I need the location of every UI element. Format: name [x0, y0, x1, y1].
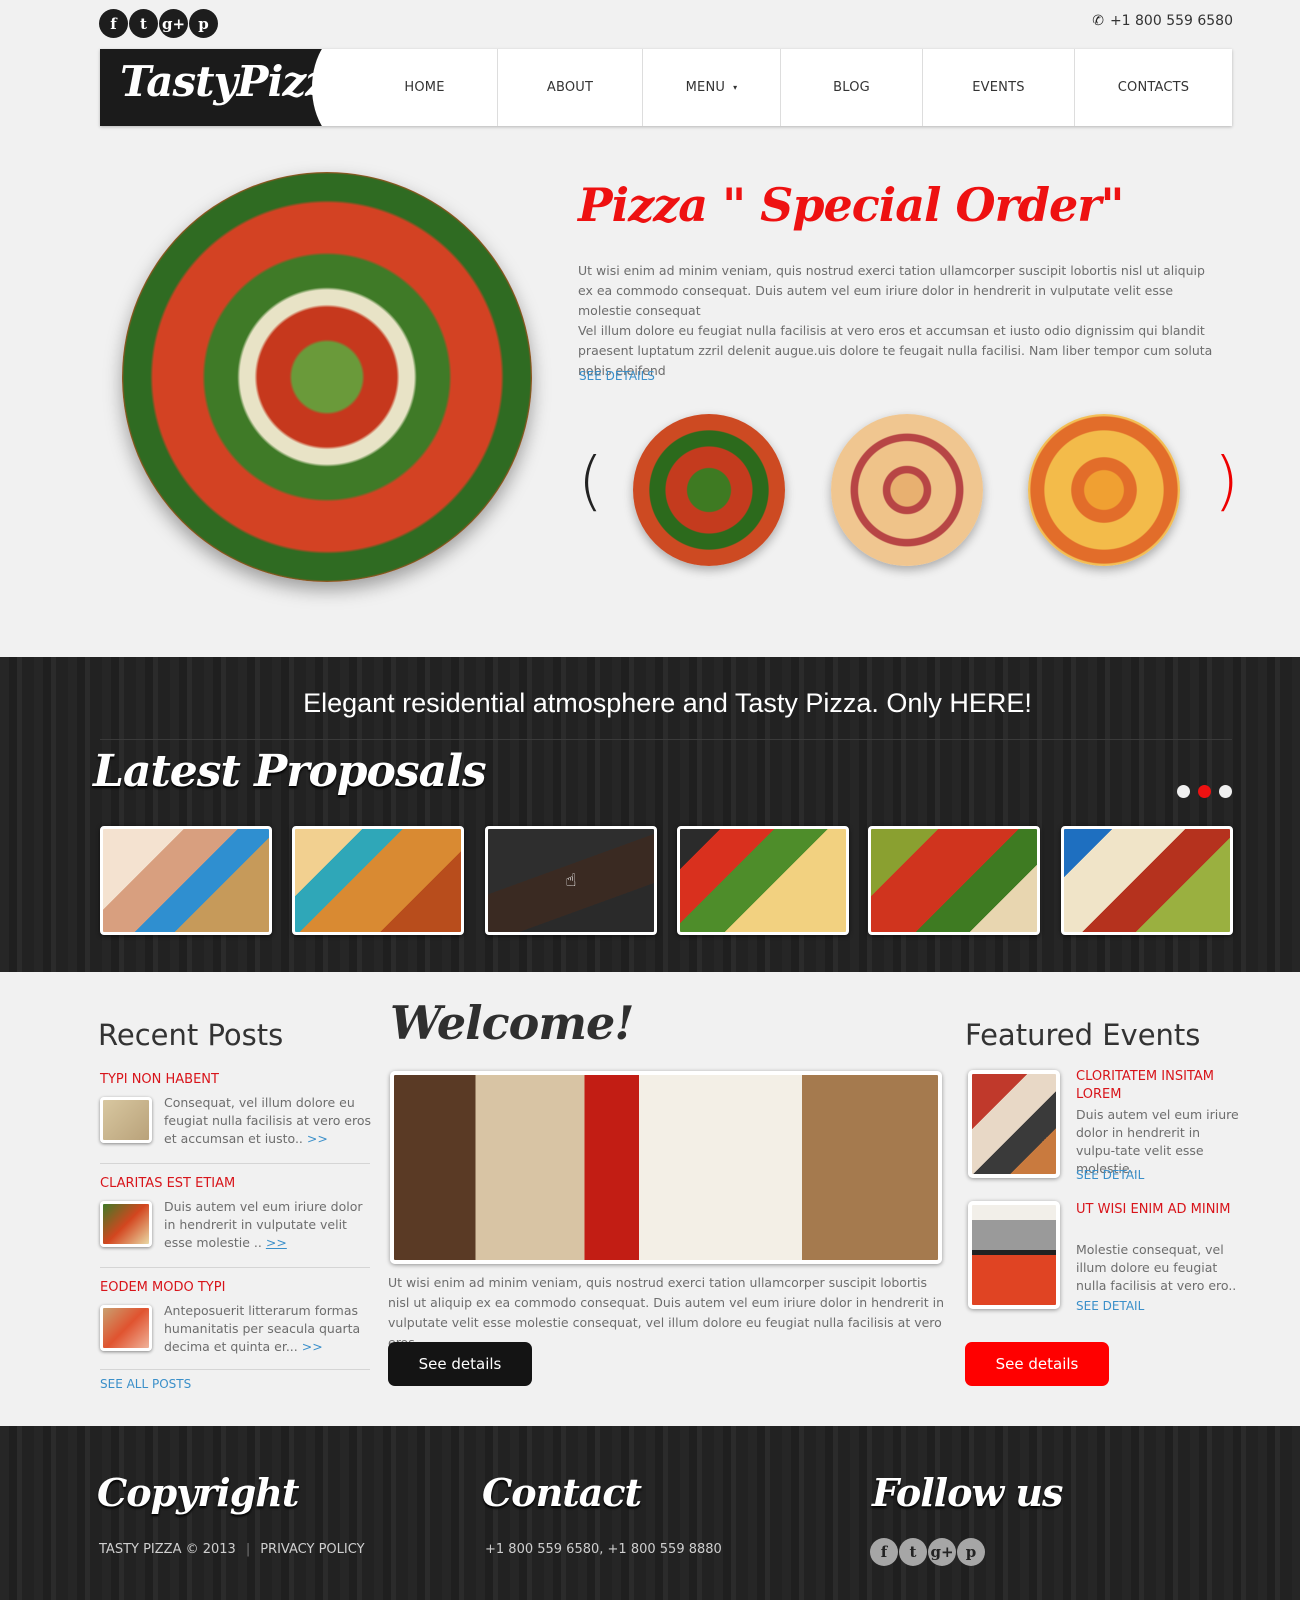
google-plus-icon[interactable]: g+: [159, 9, 188, 38]
nav-home[interactable]: HOME: [352, 49, 498, 126]
proposal-thumb-6[interactable]: [1061, 826, 1233, 935]
proposal-thumb-3[interactable]: ☝: [485, 826, 657, 935]
post-excerpt: Consequat, vel illum dolore eu feugiat n…: [164, 1095, 372, 1146]
facebook-icon[interactable]: f: [99, 9, 128, 38]
event-text-2: Molestie consequat, vel illum dolore eu …: [1076, 1242, 1237, 1293]
site-header: TastyPizza HOME ABOUT MENU ▾ BLOG EVENTS…: [100, 49, 1232, 126]
footer-contact-phones: +1 800 559 6580, +1 800 559 8880: [485, 1542, 722, 1557]
privacy-policy-link[interactable]: PRIVACY POLICY: [260, 1542, 364, 1557]
post-title-2[interactable]: CLARITAS EST ETIAM: [100, 1176, 235, 1191]
read-more-link[interactable]: >>: [302, 1339, 323, 1354]
post-text-2: Duis autem vel eum iriure dolor in hendr…: [164, 1198, 374, 1252]
pinterest-icon[interactable]: p: [189, 9, 218, 38]
post-divider: [100, 1163, 370, 1164]
band-divider: [100, 739, 1232, 740]
hero-pizza-image: [122, 172, 532, 582]
see-all-posts-link[interactable]: SEE ALL POSTS: [100, 1377, 191, 1391]
post-divider: [100, 1267, 370, 1268]
hand-cursor-icon: ☝: [565, 870, 577, 891]
carousel-pizza-2[interactable]: [831, 414, 983, 566]
footer-follow-heading: Follow us: [872, 1470, 1063, 1515]
logo[interactable]: TastyPizza: [100, 49, 352, 126]
hero-paragraph-2: Vel illum dolore eu feugiat nulla facili…: [578, 323, 1213, 378]
nav-blog[interactable]: BLOG: [781, 49, 923, 126]
proposal-thumb-1[interactable]: [100, 826, 272, 935]
hero-see-details-link[interactable]: SEE DETAILS: [579, 369, 655, 383]
event-see-detail-link-1[interactable]: SEE DETAIL: [1076, 1168, 1144, 1182]
proposal-thumb-4[interactable]: [677, 826, 849, 935]
proposal-thumb-5[interactable]: [868, 826, 1040, 935]
twitter-icon[interactable]: t: [129, 9, 158, 38]
event-title-2[interactable]: UT WISI ENIM AD MINIM: [1076, 1201, 1246, 1219]
footer-separator: |: [245, 1542, 251, 1557]
carousel-next-arrow-icon[interactable]: ): [1214, 450, 1239, 514]
post-thumb-2[interactable]: [100, 1201, 152, 1247]
latest-proposals-title: Latest Proposals: [93, 746, 487, 797]
post-excerpt: Anteposuerit litterarum formas humanitat…: [164, 1303, 361, 1354]
read-more-link[interactable]: >>: [266, 1235, 287, 1250]
welcome-title: Welcome!: [390, 996, 634, 1050]
pagination-dot-3[interactable]: [1219, 785, 1232, 798]
carousel-pizza-1[interactable]: [633, 414, 785, 566]
post-thumb-3[interactable]: [100, 1305, 152, 1351]
logo-text: TastyPizza: [120, 57, 352, 106]
phone-number: +1 800 559 6580: [1109, 13, 1233, 29]
carousel-prev-arrow-icon[interactable]: (: [578, 450, 603, 514]
proposal-thumb-2[interactable]: [292, 826, 464, 935]
proposal-pagination: [1177, 785, 1232, 798]
footer-contact-heading: Contact: [482, 1470, 642, 1515]
post-text-1: Consequat, vel illum dolore eu feugiat n…: [164, 1094, 374, 1148]
post-thumb-1[interactable]: [100, 1097, 152, 1143]
event-thumb-1[interactable]: [968, 1070, 1060, 1178]
social-links-footer: f t g+ p: [870, 1538, 985, 1566]
post-title-1[interactable]: TYPI NON HABENT: [100, 1072, 219, 1087]
recent-posts-heading: Recent Posts: [98, 1018, 284, 1052]
nav-contacts[interactable]: CONTACTS: [1075, 49, 1232, 126]
band-tagline: Elegant residential atmosphere and Tasty…: [303, 688, 1032, 718]
event-thumb-2[interactable]: [968, 1201, 1060, 1309]
header-phone: ✆ +1 800 559 6580: [1092, 13, 1233, 29]
pagination-dot-2[interactable]: [1198, 785, 1211, 798]
event-title-1[interactable]: CLORITATEM INSITAM LOREM: [1076, 1068, 1246, 1104]
facebook-icon[interactable]: f: [870, 1538, 898, 1566]
read-more-link[interactable]: >>: [307, 1131, 328, 1146]
copyright-text: TASTY PIZZA © 2013: [99, 1542, 236, 1557]
post-excerpt: Duis autem vel eum iriure dolor in hendr…: [164, 1199, 363, 1250]
social-links-top: f t g+ p: [99, 9, 218, 38]
nav-menu-label: MENU: [685, 80, 726, 95]
main-nav: HOME ABOUT MENU ▾ BLOG EVENTS CONTACTS: [352, 49, 1232, 126]
chevron-down-icon: ▾: [733, 83, 738, 92]
welcome-image: [390, 1071, 942, 1264]
nav-events[interactable]: EVENTS: [923, 49, 1075, 126]
phone-icon: ✆: [1092, 13, 1104, 29]
post-title-3[interactable]: EODEM MODO TYPI: [100, 1280, 225, 1295]
hero-title: Pizza " Special Order": [578, 178, 1124, 232]
welcome-text: Ut wisi enim ad minim veniam, quis nostr…: [388, 1275, 944, 1350]
welcome-see-details-button[interactable]: See details: [388, 1342, 532, 1386]
event-see-detail-link-2[interactable]: SEE DETAIL: [1076, 1299, 1144, 1313]
carousel-pizza-3[interactable]: [1028, 414, 1180, 566]
pagination-dot-1[interactable]: [1177, 785, 1190, 798]
hero-paragraph-1: Ut wisi enim ad minim veniam, quis nostr…: [578, 263, 1205, 318]
twitter-icon[interactable]: t: [899, 1538, 927, 1566]
footer-copyright-heading: Copyright: [97, 1470, 299, 1515]
nav-menu[interactable]: MENU ▾: [643, 49, 781, 126]
featured-events-heading: Featured Events: [965, 1018, 1201, 1052]
nav-about[interactable]: ABOUT: [498, 49, 643, 126]
footer-copyright: TASTY PIZZA © 2013 | PRIVACY POLICY: [99, 1542, 365, 1557]
google-plus-icon[interactable]: g+: [928, 1538, 956, 1566]
pinterest-icon[interactable]: p: [957, 1538, 985, 1566]
post-text-3: Anteposuerit litterarum formas humanitat…: [164, 1302, 374, 1356]
post-divider: [100, 1369, 370, 1370]
events-see-details-button[interactable]: See details: [965, 1342, 1109, 1386]
